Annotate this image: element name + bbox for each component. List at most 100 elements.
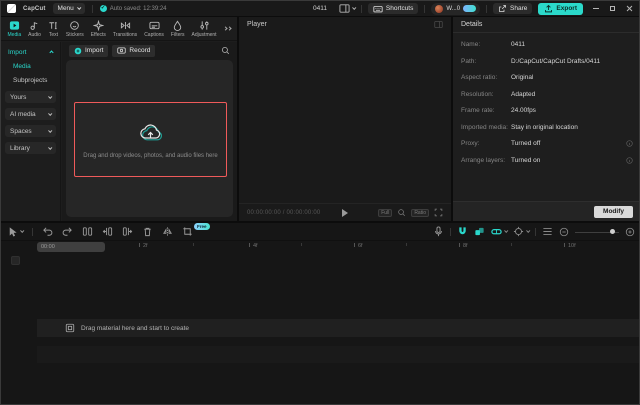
redo-icon <box>62 226 73 237</box>
chevron-down-icon <box>48 128 52 132</box>
delete-button[interactable] <box>142 226 153 237</box>
account-name: W...0 <box>446 6 460 12</box>
export-button[interactable]: Export <box>538 3 583 15</box>
playhead-time-label[interactable]: 00:00 <box>37 242 105 252</box>
media-dropzone[interactable]: Drag and drop videos, photos, and audio … <box>74 102 227 177</box>
track-height-button[interactable] <box>542 226 553 237</box>
share-button[interactable]: Share <box>493 3 532 14</box>
zoom-in-button[interactable] <box>625 227 635 237</box>
info-icon[interactable] <box>626 140 633 147</box>
search-icon[interactable] <box>221 46 230 55</box>
captions-icon <box>149 20 160 31</box>
ribbon-tab-filters[interactable]: Filters <box>167 20 188 38</box>
menu-button[interactable]: Menu <box>53 3 85 14</box>
sidebar-item-subprojects[interactable]: Subprojects <box>1 73 60 87</box>
ribbon-expand-button[interactable] <box>224 27 234 30</box>
snap-icon <box>474 226 485 237</box>
record-button[interactable]: Record <box>112 45 155 57</box>
sidebar-group-library[interactable]: Library <box>5 142 56 154</box>
ruler-label: 8f <box>463 243 468 249</box>
media-content: Import Record <box>62 42 237 221</box>
player-panel: Player 00:00:00:00 / 00:00:00:00 Full Ra… <box>239 17 451 221</box>
delete-right-button[interactable] <box>122 226 133 237</box>
keyboard-icon <box>373 4 383 14</box>
ribbon-tab-media[interactable]: Media <box>4 20 25 38</box>
crop-button[interactable] <box>182 226 193 237</box>
ruler-tick-minor <box>301 243 302 246</box>
ribbon-tab-audio[interactable]: Audio <box>25 20 45 38</box>
sidebar-group-ai-media[interactable]: AI media <box>5 108 56 120</box>
import-button[interactable]: Import <box>69 45 108 57</box>
fit-view-icon[interactable] <box>397 208 406 217</box>
record-voiceover-button[interactable] <box>433 226 444 237</box>
timeline-ruler[interactable]: 00:00 2f 4f 6f 8f 10f <box>1 241 640 254</box>
undo-button[interactable] <box>42 226 53 237</box>
details-title: Details <box>461 21 482 28</box>
ribbon-tab-adjustment[interactable]: Adjustment <box>188 20 220 38</box>
sidebar-item-media[interactable]: Media <box>1 59 60 73</box>
chevron-down-icon <box>526 229 530 233</box>
preview-axis-button[interactable] <box>513 226 529 237</box>
main-track-dropzone[interactable]: Drag material here and start to create <box>37 319 640 337</box>
modify-button[interactable]: Modify <box>594 206 633 218</box>
zoom-out-button[interactable] <box>559 227 569 237</box>
maximize-button[interactable] <box>610 6 615 11</box>
auto-snap-toggle[interactable] <box>474 226 485 237</box>
sidebar-group-yours[interactable]: Yours <box>5 91 56 103</box>
player-controls: 00:00:00:00 / 00:00:00:00 Full Ratio <box>239 203 451 221</box>
chevron-down-icon <box>20 229 24 233</box>
player-options-icon[interactable] <box>434 20 443 29</box>
mirror-button[interactable] <box>162 226 173 237</box>
detail-row-path: Path: D:/CapCut/CapCut Drafts/0411 <box>461 58 633 65</box>
slider-handle[interactable] <box>610 229 615 234</box>
minimize-button[interactable] <box>593 8 599 9</box>
sidebar-group-spaces[interactable]: Spaces <box>5 125 56 137</box>
divider <box>535 228 536 236</box>
ribbon-tab-text[interactable]: Text <box>44 20 62 38</box>
split-button[interactable] <box>82 226 93 237</box>
play-button[interactable] <box>342 209 348 217</box>
media-empty-area: Drag and drop videos, photos, and audio … <box>66 60 233 217</box>
layout-toggle-button[interactable] <box>339 3 355 14</box>
timeline-zoom-slider[interactable] <box>575 227 619 237</box>
sidebar-item-import[interactable]: Import <box>1 45 60 59</box>
link-icon <box>491 226 502 237</box>
ribbon-tab-stickers[interactable]: Stickers <box>62 20 87 38</box>
fullscreen-icon[interactable] <box>434 208 443 217</box>
chevrons-right-icon <box>227 26 231 30</box>
account-chip[interactable]: W...0 <box>431 3 480 15</box>
detail-row-aspect-ratio: Aspect ratio: Original <box>461 74 633 81</box>
chevron-down-icon <box>48 145 52 149</box>
effects-icon <box>93 20 104 31</box>
track-drop-hint: Drag material here and start to create <box>81 325 189 332</box>
ruler-tick <box>139 243 140 247</box>
avatar <box>435 5 443 13</box>
info-icon[interactable] <box>626 157 633 164</box>
split-icon <box>82 226 93 237</box>
ratio-button[interactable]: Ratio <box>411 209 429 217</box>
capcut-logo-icon <box>7 4 16 13</box>
ribbon-tab-transitions[interactable]: Transitions <box>109 20 140 38</box>
main-track-magnet-toggle[interactable] <box>457 226 468 237</box>
quality-button[interactable]: Full <box>378 209 392 217</box>
ribbon-tab-effects[interactable]: Effects <box>87 20 109 38</box>
delete-right-icon <box>122 226 133 237</box>
autosave-text: Auto saved: 12:39:24 <box>110 6 167 12</box>
redo-button[interactable] <box>62 226 73 237</box>
ribbon-tab-captions[interactable]: Captions <box>141 20 168 38</box>
zoom-out-icon <box>559 227 569 237</box>
close-button[interactable] <box>626 5 633 12</box>
ruler-tick <box>459 243 460 247</box>
select-tool-button[interactable] <box>7 226 23 237</box>
media-placeholder-icon <box>65 323 75 333</box>
ruler-tick <box>564 243 565 247</box>
ruler-tick-minor <box>406 243 407 246</box>
zoom-in-icon <box>625 227 635 237</box>
media-library-panel: Media Audio Text Stickers Effects <box>1 17 237 221</box>
delete-left-button[interactable] <box>102 226 113 237</box>
track-header-icon[interactable] <box>11 256 20 265</box>
ruler-tick-minor <box>511 243 512 246</box>
link-toggle[interactable] <box>491 226 507 237</box>
autosave-icon: ✓ <box>100 5 107 12</box>
shortcuts-button[interactable]: Shortcuts <box>368 3 418 14</box>
